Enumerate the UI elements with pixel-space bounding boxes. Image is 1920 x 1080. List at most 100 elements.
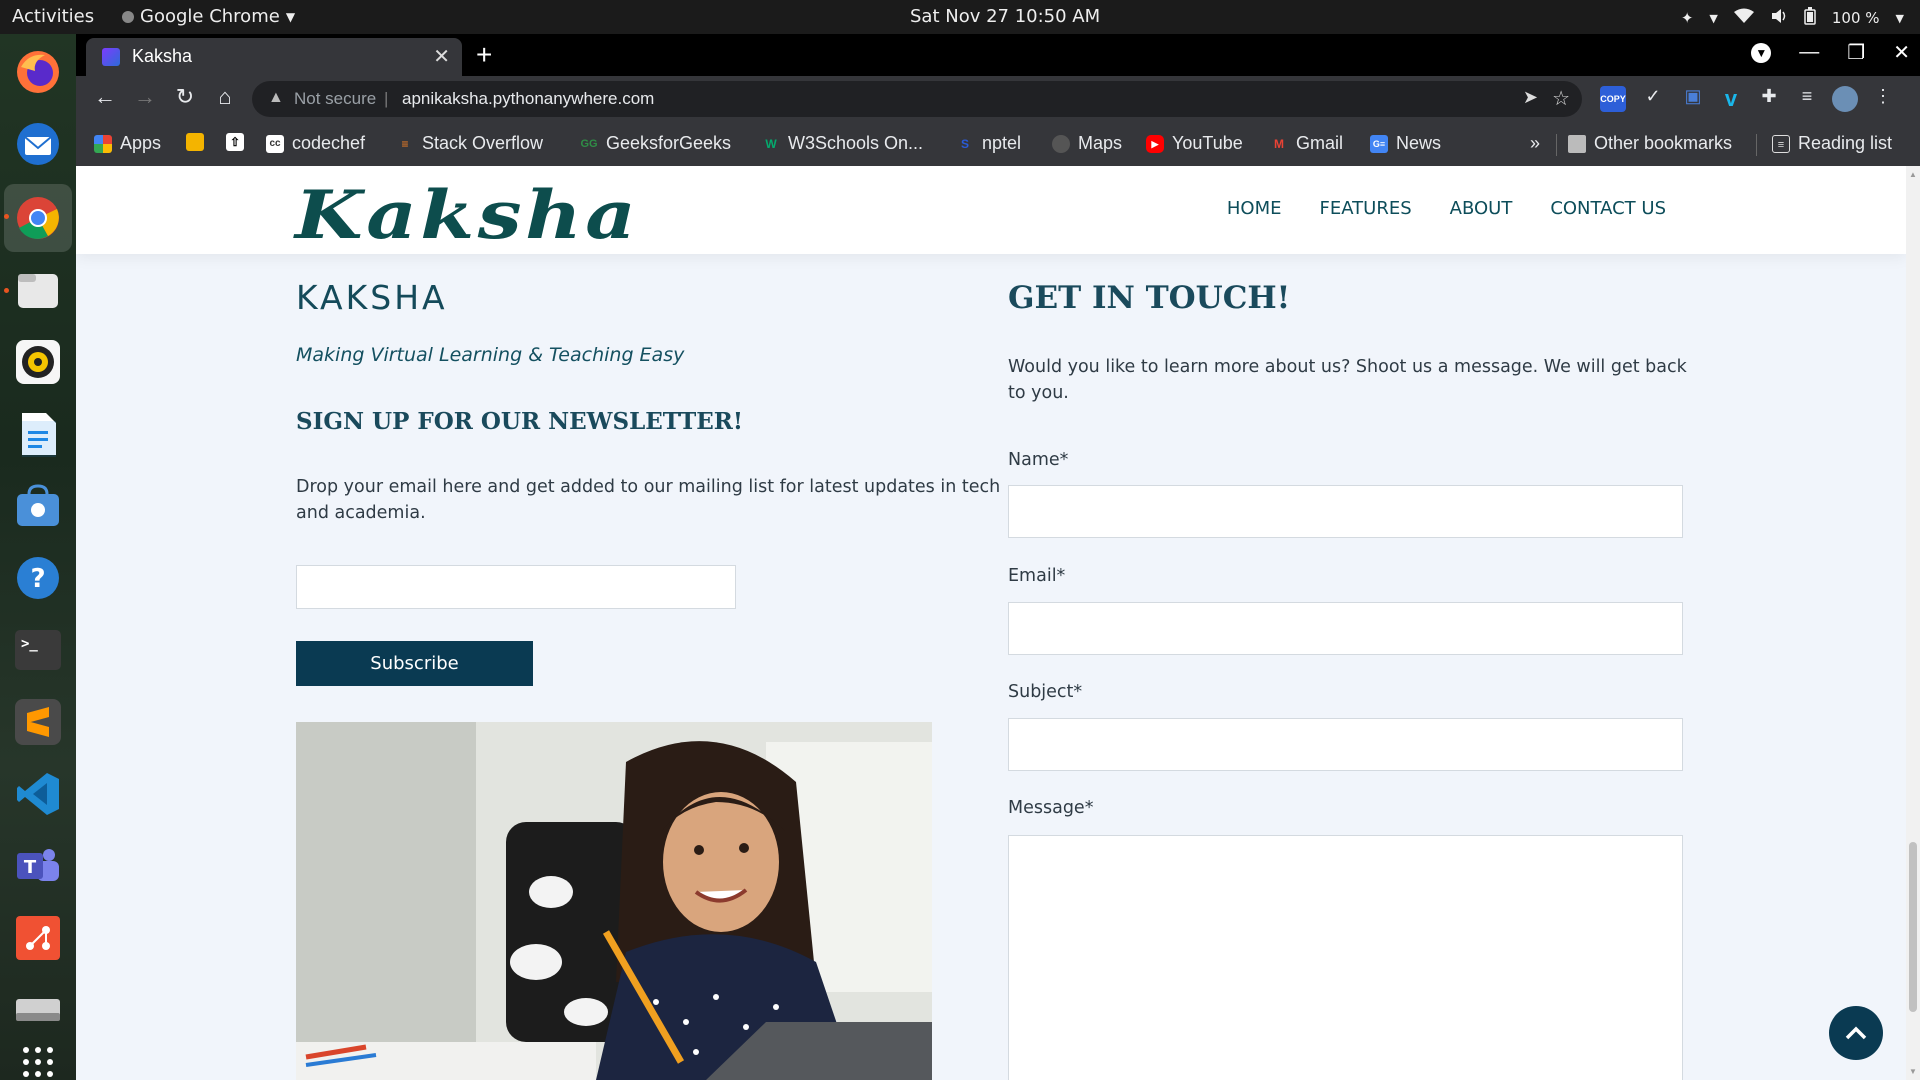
geeksforgeeks-icon: GG (580, 137, 598, 150)
name-field[interactable] (1008, 485, 1683, 538)
tab-search-icon[interactable]: ▼ (1751, 42, 1772, 63)
page-scrollbar[interactable]: ▲ ▼ (1906, 166, 1920, 1080)
software-store-icon[interactable] (12, 480, 64, 532)
bookmark-classroom[interactable] (186, 133, 204, 151)
screen-extension-icon[interactable]: ▣ (1680, 86, 1706, 112)
message-field[interactable] (1008, 835, 1683, 1080)
chevron-down-icon[interactable]: ▼ (1896, 12, 1904, 25)
bookmark-maps[interactable]: Maps (1052, 133, 1122, 154)
other-bookmarks-label: Other bookmarks (1594, 133, 1733, 153)
subscribe-button[interactable]: Subscribe (296, 641, 533, 686)
bookmark-label: YouTube (1172, 133, 1243, 153)
contact-heading: GET IN TOUCH! (1008, 280, 1291, 316)
close-window-icon[interactable]: ✕ (1893, 40, 1910, 65)
app-menu[interactable]: Google Chrome ▼ (122, 6, 295, 27)
bookmark-w3schools[interactable]: W W3Schools On... (762, 133, 923, 154)
maps-icon (1052, 134, 1070, 153)
chrome-icon[interactable] (12, 192, 64, 244)
scroll-to-top-button[interactable] (1829, 1006, 1883, 1060)
divider (1556, 134, 1557, 156)
battery-percent: 100 % (1831, 9, 1880, 27)
url-text[interactable]: apnikaksha.pythonanywhere.com (402, 89, 654, 109)
extensions-puzzle-icon[interactable]: ✚ (1756, 86, 1782, 112)
bookmarks-bar: Apps ⇧ cc codechef ≡ Stack Overflow GG G… (76, 122, 1920, 166)
bookmark-stackoverflow[interactable]: ≡ Stack Overflow (396, 133, 543, 154)
restore-icon[interactable]: ❐ (1847, 40, 1865, 65)
vimeo-extension-icon[interactable]: v (1718, 86, 1744, 112)
email-field[interactable] (1008, 602, 1683, 655)
profile-avatar[interactable] (1832, 86, 1858, 112)
thunderbird-icon[interactable] (12, 118, 64, 170)
new-tab-button[interactable]: + (476, 39, 492, 71)
bookmark-news[interactable]: G≡ News (1370, 133, 1441, 154)
send-to-device-icon[interactable]: ➤ (1523, 87, 1538, 108)
nav-contact-us[interactable]: CONTACT US (1550, 198, 1666, 219)
warning-icon[interactable]: ▲ (268, 89, 284, 107)
home-icon[interactable]: ⌂ (210, 84, 240, 110)
volume-icon[interactable] (1770, 8, 1788, 28)
scroll-up-arrow[interactable]: ▲ (1909, 170, 1917, 179)
chrome-window: Kaksha ✕ + ▼ — ❐ ✕ ← → ↻ ⌂ ▲ Not secure … (76, 34, 1920, 166)
divider (1756, 134, 1757, 156)
writer-icon[interactable] (12, 408, 64, 460)
git-app-icon[interactable] (12, 912, 64, 964)
menu-kebab-icon[interactable]: ⋮ (1870, 86, 1896, 112)
wifi-icon[interactable] (1733, 8, 1754, 28)
system-top-bar: Activities Google Chrome ▼ Sat Nov 27 10… (0, 0, 1920, 34)
close-tab-icon[interactable]: ✕ (433, 44, 450, 69)
bookmark-label: Stack Overflow (422, 133, 544, 153)
battery-icon[interactable] (1804, 7, 1816, 29)
security-status[interactable]: Not secure (294, 89, 376, 109)
chevron-down-icon[interactable]: ▼ (1709, 12, 1717, 25)
show-apps-icon[interactable] (12, 1036, 64, 1080)
newsletter-heading: SIGN UP FOR OUR NEWSLETTER! (296, 408, 743, 435)
subject-field[interactable] (1008, 718, 1683, 771)
web-page: Kaksha HOME FEATURES ABOUT CONTACT US KA… (76, 166, 1906, 1080)
address-bar[interactable]: ▲ Not secure | apnikaksha.pythonanywhere… (252, 81, 1582, 117)
back-icon[interactable]: ← (90, 84, 120, 110)
forward-icon[interactable]: → (130, 84, 160, 110)
email-label: Email* (1008, 566, 1066, 586)
teams-icon[interactable]: T (12, 840, 64, 892)
bookmark-star-icon[interactable]: ☆ (1552, 86, 1570, 111)
copy-extension-icon[interactable]: COPY (1600, 86, 1626, 112)
tab-kaksha[interactable]: Kaksha ✕ (86, 38, 462, 76)
other-bookmarks[interactable]: Other bookmarks (1568, 133, 1732, 154)
nav-about[interactable]: ABOUT (1450, 198, 1513, 219)
student-photo (296, 722, 932, 1080)
bookmark-youtube[interactable]: ▶ YouTube (1146, 133, 1243, 154)
codechef-icon: cc (266, 134, 284, 153)
rhythmbox-icon[interactable] (12, 336, 64, 388)
drive-icon[interactable] (12, 984, 64, 1036)
help-icon[interactable]: ? (12, 552, 64, 604)
minimize-icon[interactable]: — (1799, 41, 1819, 64)
bookmarks-overflow[interactable]: » (1530, 133, 1540, 154)
reading-list[interactable]: ≡ Reading list (1772, 133, 1892, 154)
scroll-down-arrow[interactable]: ▼ (1909, 1067, 1917, 1076)
site-logo[interactable]: Kaksha (295, 176, 639, 254)
nav-features[interactable]: FEATURES (1320, 198, 1412, 219)
activities-button[interactable]: Activities (12, 6, 94, 27)
nav-home[interactable]: HOME (1227, 198, 1282, 219)
contact-description: Would you like to learn more about us? S… (1008, 357, 1687, 403)
bookmark-nptel[interactable]: S nptel (956, 133, 1021, 154)
firefox-icon[interactable] (12, 46, 64, 98)
scrollbar-thumb[interactable] (1909, 842, 1917, 1012)
accessibility-icon[interactable]: ✦ (1681, 9, 1694, 27)
clock[interactable]: Sat Nov 27 10:50 AM (910, 6, 1100, 27)
bookmark-upload[interactable]: ⇧ (226, 133, 244, 151)
media-controls-icon[interactable]: ≡ (1794, 86, 1820, 112)
bookmark-gmail[interactable]: M Gmail (1270, 133, 1343, 154)
subject-label: Subject* (1008, 682, 1083, 702)
bookmark-codechef[interactable]: cc codechef (266, 133, 365, 154)
reload-icon[interactable]: ↻ (170, 84, 200, 110)
bookmark-geeksforgeeks[interactable]: GG GeeksforGeeks (580, 133, 731, 154)
checkmark-extension-icon[interactable]: ✓ (1640, 86, 1666, 112)
terminal-icon[interactable]: >_ (12, 624, 64, 676)
system-tray[interactable]: ✦ ▼ 100 % ▼ (1681, 7, 1904, 29)
sublime-text-icon[interactable] (12, 696, 64, 748)
bookmark-apps[interactable]: Apps (94, 133, 161, 154)
vscode-icon[interactable] (12, 768, 64, 820)
files-icon[interactable] (12, 264, 64, 316)
newsletter-email-input[interactable] (296, 565, 736, 609)
